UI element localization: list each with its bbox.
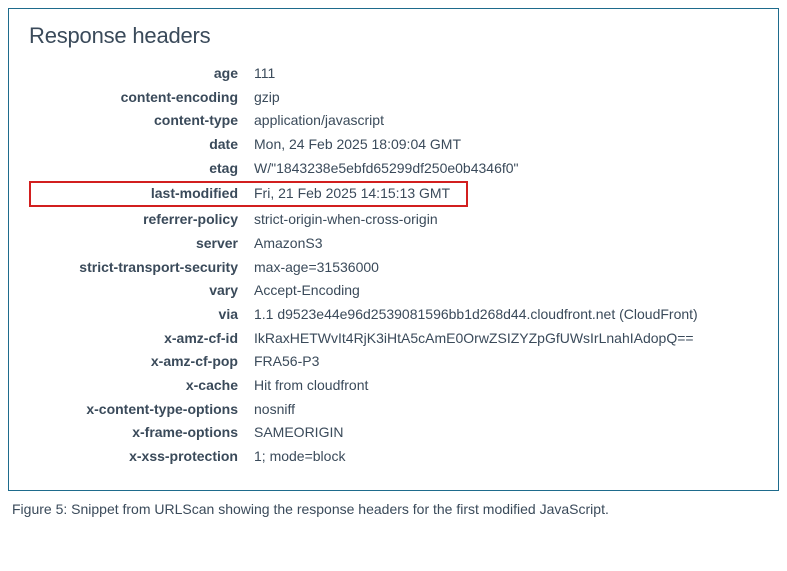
header-key: referrer-policy [29,209,254,231]
header-key: via [29,304,254,326]
header-row: x-frame-optionsSAMEORIGIN [29,422,758,444]
highlighted-header: last-modifiedFri, 21 Feb 2025 14:15:13 G… [29,181,468,207]
header-value: SAMEORIGIN [254,422,758,444]
header-value: FRA56-P3 [254,351,758,373]
header-value: strict-origin-when-cross-origin [254,209,758,231]
header-value: Accept-Encoding [254,280,758,302]
header-key: strict-transport-security [29,257,254,279]
header-row: age111 [29,63,758,85]
header-key: date [29,134,254,156]
header-row: content-encodinggzip [29,87,758,109]
header-value: Fri, 21 Feb 2025 14:15:13 GMT [254,183,458,205]
header-value: gzip [254,87,758,109]
header-row: strict-transport-securitymax-age=3153600… [29,257,758,279]
header-key: x-amz-cf-pop [29,351,254,373]
headers-table: age111content-encodinggzipcontent-typeap… [29,63,758,468]
header-row: dateMon, 24 Feb 2025 18:09:04 GMT [29,134,758,156]
header-key: x-amz-cf-id [29,328,254,350]
figure-caption: Figure 5: Snippet from URLScan showing t… [8,501,779,517]
header-row: content-typeapplication/javascript [29,110,758,132]
header-value: nosniff [254,399,758,421]
response-headers-panel: Response headers age111content-encodingg… [8,8,779,491]
header-row: via1.1 d9523e44e96d2539081596bb1d268d44.… [29,304,758,326]
header-key: content-type [29,110,254,132]
header-value: 1.1 d9523e44e96d2539081596bb1d268d44.clo… [254,304,758,326]
header-value: Mon, 24 Feb 2025 18:09:04 GMT [254,134,758,156]
header-key: x-content-type-options [29,399,254,421]
header-row: x-xss-protection1; mode=block [29,446,758,468]
header-value: application/javascript [254,110,758,132]
header-row: x-amz-cf-idIkRaxHETWvIt4RjK3iHtA5cAmE0Or… [29,328,758,350]
header-key: etag [29,158,254,180]
header-value: IkRaxHETWvIt4RjK3iHtA5cAmE0OrwZSIZYZpGfU… [254,328,758,350]
header-key: last-modified [31,183,254,205]
header-key: content-encoding [29,87,254,109]
header-key: x-cache [29,375,254,397]
header-row: x-content-type-optionsnosniff [29,399,758,421]
header-value: 111 [254,63,758,85]
header-value: AmazonS3 [254,233,758,255]
header-key: vary [29,280,254,302]
header-key: x-frame-options [29,422,254,444]
panel-title: Response headers [29,23,758,49]
header-value: Hit from cloudfront [254,375,758,397]
header-value: max-age=31536000 [254,257,758,279]
header-row: x-amz-cf-popFRA56-P3 [29,351,758,373]
header-key: server [29,233,254,255]
header-key: x-xss-protection [29,446,254,468]
header-row: serverAmazonS3 [29,233,758,255]
header-row: etagW/"1843238e5ebfd65299df250e0b4346f0" [29,158,758,180]
header-value: 1; mode=block [254,446,758,468]
header-key: age [29,63,254,85]
header-row: referrer-policystrict-origin-when-cross-… [29,209,758,231]
header-row: varyAccept-Encoding [29,280,758,302]
header-value: W/"1843238e5ebfd65299df250e0b4346f0" [254,158,758,180]
header-row: x-cacheHit from cloudfront [29,375,758,397]
